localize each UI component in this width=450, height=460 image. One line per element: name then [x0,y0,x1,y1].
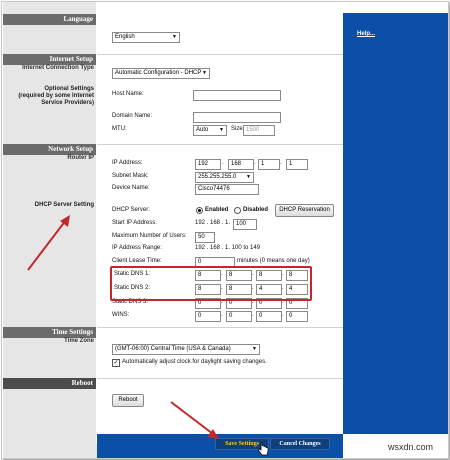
annotation-arrow-dhcp [27,215,70,271]
label-optional-settings-3: Service Providers) [41,100,94,106]
host-name-label: Host Name: [112,91,144,97]
help-panel-top [343,2,448,13]
label-optional-settings-2: (required by some Internet [18,93,94,99]
wins-octet-4[interactable]: 0 [286,311,308,322]
chevron-down-icon: ▼ [252,346,257,352]
dot-separator: . [222,160,224,166]
help-panel [343,13,448,434]
label-time-zone: Time Zone [64,338,94,344]
subnet-mask-value: 255.255.255.0 [198,174,237,180]
wins-octet-1[interactable]: 0 [195,311,221,322]
chevron-down-icon: ▼ [246,174,251,180]
dns-highlight-box [110,266,312,301]
divider [97,54,343,55]
mtu-mode-select[interactable]: Auto ▼ [193,125,227,136]
section-language: Language [3,14,96,25]
dot-separator: . [254,160,256,166]
ip-range-value: 192 . 168 . 1. 100 to 149 [195,245,261,251]
reboot-button[interactable]: Reboot [112,394,144,407]
mtu-mode-value: Auto [196,127,209,133]
dot-separator: . [282,312,284,318]
mtu-label: MTU: [112,126,127,132]
ip-octet-2[interactable]: 168 [228,159,254,170]
help-link[interactable]: Help... [357,31,375,37]
section-internet-setup: Internet Setup [3,54,96,65]
cancel-changes-button[interactable]: Cancel Changes [270,438,330,450]
dhcp-disabled-label: Disabled [243,207,269,213]
ip-octet-4[interactable]: 1 [286,159,308,170]
dhcp-enabled-radio[interactable] [196,207,203,214]
dhcp-disabled-radio[interactable] [234,207,241,214]
dot-separator: . [280,160,282,166]
start-ip-label: Start IP Address: [112,220,157,226]
watermark: wsxdn.com [388,442,434,452]
max-users-input[interactable]: 50 [195,232,215,243]
wins-label: WINS: [112,312,130,318]
dot-separator: . [252,312,254,318]
section-reboot: Reboot [3,378,96,389]
connection-type-value: Automatic Configuration - DHCP [115,70,202,76]
label-dhcp-server-setting: DHCP Server Setting [34,202,94,208]
hand-cursor-icon [257,442,269,456]
connection-type-select[interactable]: Automatic Configuration - DHCP ▼ [112,68,210,79]
device-name-input[interactable]: Cisco74476 [195,184,259,195]
section-network-setup: Network Setup [3,144,96,155]
chevron-down-icon: ▼ [172,34,177,40]
daylight-saving-checkbox[interactable]: ✓ [112,359,120,367]
dot-separator: . [221,312,223,318]
subnet-mask-select[interactable]: 255.255.255.0 ▼ [195,172,254,183]
chevron-down-icon: ▼ [202,70,207,76]
lease-time-label: Client Lease Time: [112,258,162,264]
wins-octet-2[interactable]: 0 [226,311,252,322]
start-ip-prefix: 192 . 168 . 1. [195,220,231,226]
divider [97,327,343,328]
mtu-size-input[interactable]: 1500 [243,125,275,136]
time-zone-select[interactable]: (GMT-06:00) Central Time (USA & Canada) … [112,344,260,355]
language-value: English [115,34,135,40]
dhcp-server-label: DHCP Server: [112,207,150,213]
start-ip-last-octet-input[interactable]: 100 [233,219,257,230]
device-name-label: Device Name: [112,185,150,191]
domain-name-label: Domain Name: [112,113,153,119]
annotation-arrow-save [170,401,219,439]
ip-range-label: IP Address Range: [112,245,162,251]
host-name-input[interactable] [193,90,281,101]
bottom-left-bar [3,444,97,458]
router-setup-page: Language Internet Setup Internet Connect… [1,1,449,459]
divider [97,378,343,379]
lease-time-suffix: minutes (0 means one day) [237,258,310,264]
dhcp-enabled-label: Enabled [205,207,229,213]
time-zone-value: (GMT-06:00) Central Time (USA & Canada) [115,346,231,352]
dhcp-reservation-button[interactable]: DHCP Reservation [275,204,334,217]
domain-name-input[interactable] [193,112,281,123]
label-optional-settings: Optional Settings [44,86,94,92]
subnet-mask-label: Subnet Mask: [112,173,149,179]
label-internet-connection-type: Internet Connection Type [22,65,94,71]
max-users-label: Maximum Number of Users: [112,233,187,239]
divider [97,144,343,145]
chevron-down-icon: ▼ [219,127,224,133]
label-router-ip: Router IP [67,155,94,161]
wins-octet-3[interactable]: 0 [256,311,282,322]
ip-octet-1[interactable]: 192 [195,159,221,170]
language-select[interactable]: English ▼ [112,32,180,43]
section-time-settings: Time Settings [3,327,96,338]
ip-address-label: IP Address: [112,160,143,166]
daylight-saving-label: Automatically adjust clock for daylight … [122,359,267,365]
ip-octet-3[interactable]: 1 [258,159,280,170]
